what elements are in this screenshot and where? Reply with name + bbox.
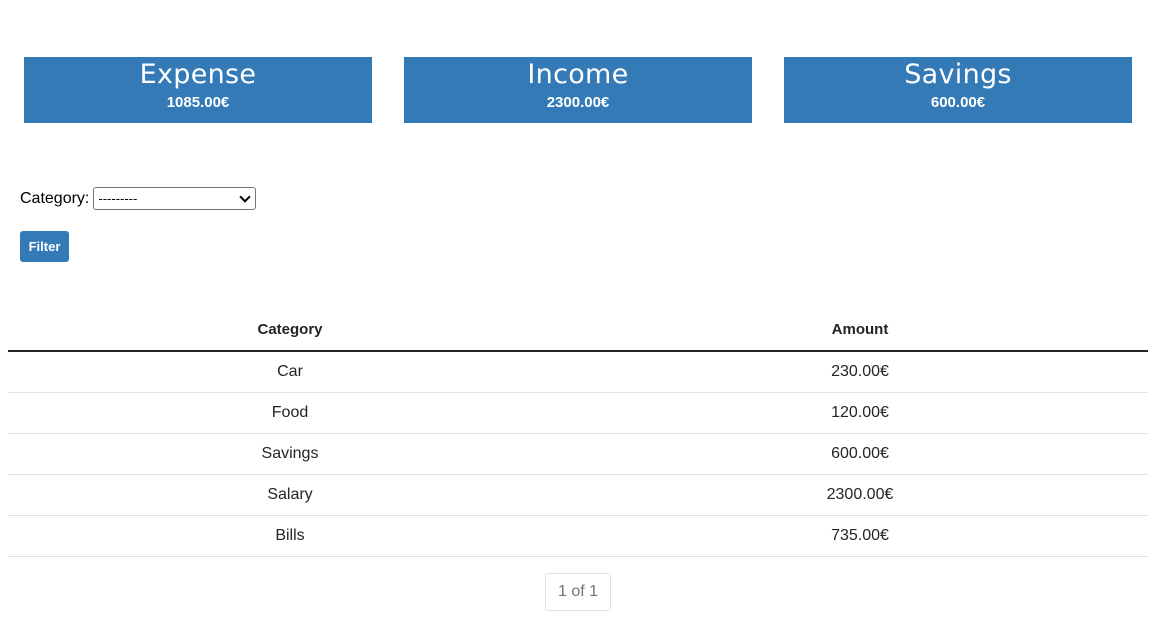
column-header-category[interactable]: Category	[8, 309, 572, 352]
table-row: Food 120.00€	[8, 392, 1148, 434]
category-selected-value: ---------	[98, 191, 138, 206]
table-row: Bills 735.00€	[8, 515, 1148, 557]
card-title: Income	[527, 59, 629, 90]
table-header-row: Category Amount	[8, 309, 1148, 352]
table-row: Car 230.00€	[8, 351, 1148, 393]
card-value: 1085.00€	[166, 94, 230, 111]
cell-amount: 120.00€	[572, 392, 1148, 434]
cell-category: Food	[8, 392, 572, 434]
category-field: Category: ---------	[20, 187, 257, 210]
card-title: Expense	[139, 59, 257, 90]
cell-amount: 600.00€	[572, 433, 1148, 475]
table-row: Salary 2300.00€	[8, 474, 1148, 516]
summary-cards: Expense 1085.00€ Income 2300.00€ Savings…	[24, 57, 1132, 123]
category-label: Category:	[20, 189, 90, 207]
expense-card: Expense 1085.00€	[24, 57, 372, 123]
savings-card: Savings 600.00€	[784, 57, 1132, 123]
cell-amount: 2300.00€	[572, 474, 1148, 516]
card-title: Savings	[904, 59, 1012, 90]
cell-category: Bills	[8, 515, 572, 557]
cell-amount: 735.00€	[572, 515, 1148, 557]
filter-button[interactable]: Filter	[20, 231, 69, 262]
filter-form: Category: ---------	[20, 187, 257, 210]
card-value: 2300.00€	[546, 94, 610, 111]
column-header-amount[interactable]: Amount	[572, 309, 1148, 352]
transactions-table: Category Amount Car 230.00€ Food 120.00€…	[8, 309, 1148, 557]
cell-category: Savings	[8, 433, 572, 475]
income-card: Income 2300.00€	[404, 57, 752, 123]
cell-category: Car	[8, 351, 572, 393]
chevron-down-icon	[239, 190, 252, 203]
card-value: 600.00€	[930, 94, 986, 111]
cell-category: Salary	[8, 474, 572, 516]
pagination-indicator: 1 of 1	[545, 573, 611, 611]
table-row: Savings 600.00€	[8, 433, 1148, 475]
cell-amount: 230.00€	[572, 351, 1148, 393]
category-select[interactable]: ---------	[93, 187, 257, 210]
